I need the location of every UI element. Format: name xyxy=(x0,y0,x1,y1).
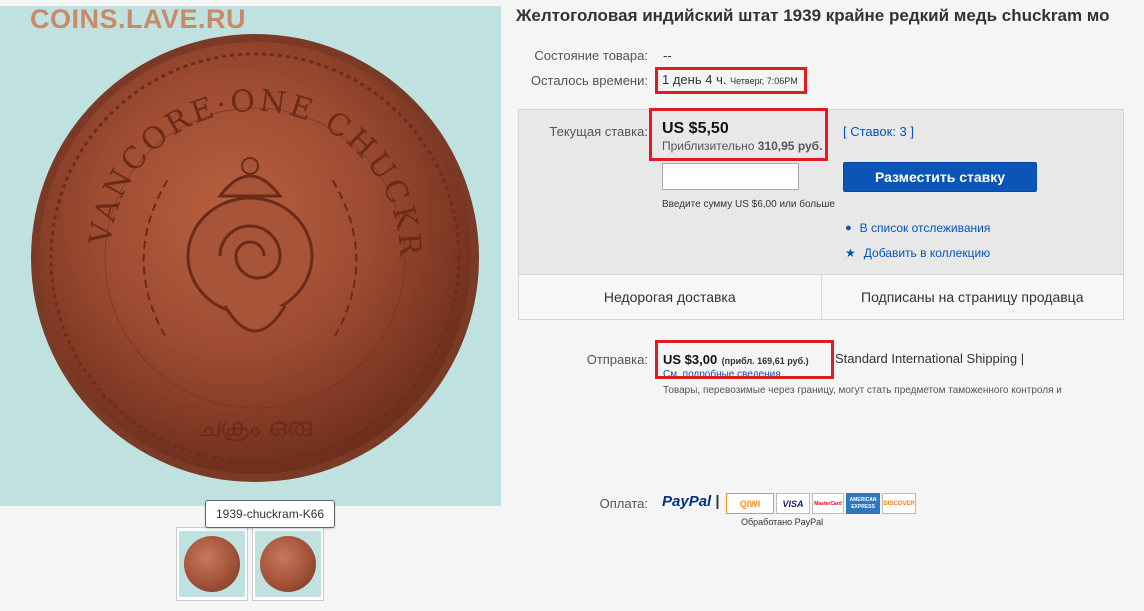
cheap-shipping-badge: Недорогая доставка xyxy=(519,275,822,319)
payment-label: Оплата: xyxy=(599,496,648,511)
current-bid-approx: Приблизительно 310,95 руб. xyxy=(662,139,822,153)
approx-prefix: Приблизительно xyxy=(662,139,755,153)
collection-row[interactable]: ★ Добавить в коллекцию xyxy=(845,246,990,260)
time-left-duration: 1 день 4 ч. xyxy=(662,72,727,87)
mastercard-logo: MasterCard xyxy=(812,493,844,514)
thumbnail-coin-image xyxy=(184,536,240,592)
bid-panel-footer: Недорогая доставка Подписаны на страницу… xyxy=(518,274,1124,320)
eye-icon: ● xyxy=(845,222,852,234)
follow-seller-link[interactable]: Подписаны на страницу продавца xyxy=(822,275,1124,319)
bid-hint: Введите сумму US $6,00 или больше xyxy=(662,199,835,210)
shipping-price: US $3,00 xyxy=(663,352,718,367)
customs-note: Товары, перевозимые через границу, могут… xyxy=(663,385,1062,396)
bid-amount-input[interactable] xyxy=(662,163,799,190)
paypal-logo: PayPal | xyxy=(662,493,720,510)
shipping-approx: (прибл. 169,61 руб.) xyxy=(721,356,809,366)
star-icon: ★ xyxy=(845,246,856,260)
condition-label: Состояние товара: xyxy=(534,48,648,63)
place-bid-button[interactable]: Разместить ставку xyxy=(843,162,1037,192)
current-bid-label: Текущая ставка: xyxy=(549,124,648,139)
site-watermark: COINS.LAVE.RU xyxy=(30,4,247,34)
discover-logo: DISCOVER xyxy=(882,493,916,514)
watchlist-link[interactable]: В список отслеживания xyxy=(860,221,991,235)
time-left-end: Четверг, 7:06PM xyxy=(730,76,798,86)
svg-text:ചക്രം ഒരു: ചക്രം ഒരു xyxy=(198,413,313,443)
time-left-value: 1 день 4 ч. Четверг, 7:06PM xyxy=(662,72,798,87)
shipping-label: Отправка: xyxy=(586,352,648,367)
bid-count-link[interactable]: [ Ставок: 3 ] xyxy=(843,124,914,139)
qiwi-logo: QIWI xyxy=(726,493,774,514)
shipping-method: Standard International Shipping | xyxy=(835,351,1025,366)
visa-logo: VISA xyxy=(776,493,810,514)
current-bid-price: US $5,50 xyxy=(662,120,729,137)
amex-logo: AMERICAN EXPRESS xyxy=(846,493,880,514)
thumbnail-coin-image xyxy=(260,536,316,592)
time-left-label: Осталось времени: xyxy=(530,73,648,88)
main-product-image[interactable]: TRAVANCORE·ONE CHUCKRAM ചക്രം ഒരു xyxy=(0,6,501,506)
approx-value: 310,95 руб. xyxy=(757,139,823,153)
shipping-details-link[interactable]: См. подробные сведения xyxy=(663,369,781,376)
shipping-price-row: US $3,00 (прибл. 169,61 руб.) xyxy=(663,351,809,369)
listing-title: Желтоголовая индийский штат 1939 крайне … xyxy=(516,6,1110,25)
watchlist-row[interactable]: ● В список отслеживания xyxy=(845,221,990,235)
thumbnail-obverse[interactable] xyxy=(176,527,248,601)
image-tooltip: 1939-chuckram-K66 xyxy=(205,500,336,528)
collection-link[interactable]: Добавить в коллекцию xyxy=(864,246,990,260)
coin-image: TRAVANCORE·ONE CHUCKRAM ചക്രം ഒരു xyxy=(0,6,479,482)
condition-value: -- xyxy=(663,48,672,63)
thumbnail-reverse[interactable] xyxy=(252,527,324,601)
paypal-processed-note: Обработано PayPal xyxy=(741,517,824,527)
